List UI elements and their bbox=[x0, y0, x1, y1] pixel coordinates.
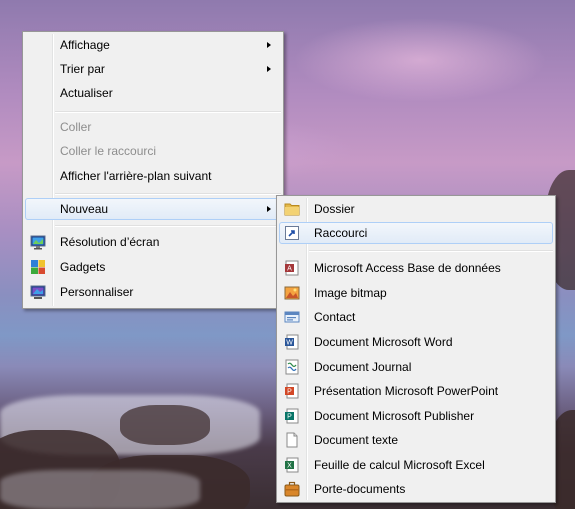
briefcase-icon bbox=[284, 481, 300, 497]
submenu-item-access[interactable]: A Microsoft Access Base de données bbox=[279, 257, 553, 279]
svg-text:A: A bbox=[287, 266, 292, 273]
menu-item-coller[interactable]: Coller bbox=[25, 116, 281, 138]
menu-item-coller-le-raccourci[interactable]: Coller le raccourci bbox=[25, 140, 281, 162]
powerpoint-icon: P bbox=[285, 383, 299, 399]
new-submenu: Dossier Raccourci A Microsoft Access Bas… bbox=[276, 195, 556, 503]
submenu-item-raccourci[interactable]: Raccourci bbox=[279, 222, 553, 244]
submenu-arrow-icon bbox=[267, 42, 271, 48]
menu-item-label: Personnaliser bbox=[60, 285, 134, 299]
menu-item-label: Document Microsoft Publisher bbox=[314, 409, 475, 423]
menu-separator bbox=[309, 250, 553, 252]
submenu-item-document-texte[interactable]: Document texte bbox=[279, 429, 553, 451]
menu-item-label: Coller le raccourci bbox=[60, 144, 157, 158]
menu-item-afficher-arriere-plan-suivant[interactable]: Afficher l'arrière-plan suivant bbox=[25, 165, 281, 187]
bitmap-icon bbox=[284, 286, 300, 300]
menu-item-label: Raccourci bbox=[314, 226, 368, 240]
menu-item-label: Document Journal bbox=[314, 360, 412, 374]
submenu-arrow-icon bbox=[267, 206, 271, 212]
submenu-item-word[interactable]: W Document Microsoft Word bbox=[279, 331, 553, 353]
access-icon: A bbox=[285, 260, 299, 276]
menu-item-actualiser[interactable]: Actualiser bbox=[25, 82, 281, 104]
gadgets-icon bbox=[31, 260, 45, 274]
menu-item-nouveau[interactable]: Nouveau bbox=[25, 198, 281, 220]
excel-icon: X bbox=[285, 457, 299, 473]
word-icon: W bbox=[285, 334, 299, 350]
menu-item-label: Actualiser bbox=[60, 86, 113, 100]
menu-item-label: Porte-documents bbox=[314, 482, 406, 496]
submenu-item-image-bitmap[interactable]: Image bitmap bbox=[279, 282, 553, 304]
submenu-item-powerpoint[interactable]: P Présentation Microsoft PowerPoint bbox=[279, 380, 553, 402]
personalize-icon bbox=[30, 285, 46, 299]
submenu-item-journal[interactable]: Document Journal bbox=[279, 356, 553, 378]
menu-separator bbox=[55, 225, 281, 227]
menu-item-label: Gadgets bbox=[60, 260, 106, 274]
menu-item-label: Affichage bbox=[60, 38, 110, 52]
text-document-icon bbox=[286, 432, 298, 448]
menu-item-label: Nouveau bbox=[60, 202, 109, 216]
submenu-item-porte-documents[interactable]: Porte-documents bbox=[279, 478, 553, 500]
desktop-context-menu: Affichage Trier par Actualiser Coller Co… bbox=[22, 31, 284, 309]
menu-item-label: Image bitmap bbox=[314, 286, 387, 300]
menu-item-label: Présentation Microsoft PowerPoint bbox=[314, 384, 499, 398]
menu-item-label: Résolution d’écran bbox=[60, 235, 160, 249]
svg-text:P: P bbox=[287, 414, 292, 421]
water-foam bbox=[0, 470, 200, 509]
submenu-item-excel[interactable]: X Feuille de calcul Microsoft Excel bbox=[279, 454, 553, 476]
folder-icon bbox=[284, 203, 300, 216]
submenu-item-publisher[interactable]: P Document Microsoft Publisher bbox=[279, 405, 553, 427]
menu-item-label: Contact bbox=[314, 310, 356, 324]
menu-item-label: Coller bbox=[60, 120, 92, 134]
menu-item-label: Document Microsoft Word bbox=[314, 335, 453, 349]
menu-item-resolution-ecran[interactable]: Résolution d’écran bbox=[25, 231, 281, 253]
menu-separator bbox=[55, 193, 281, 195]
menu-item-label: Feuille de calcul Microsoft Excel bbox=[314, 458, 485, 472]
contact-icon bbox=[284, 311, 300, 323]
menu-item-label: Trier par bbox=[60, 62, 105, 76]
svg-text:W: W bbox=[286, 340, 293, 347]
menu-separator bbox=[55, 111, 281, 113]
menu-item-personnaliser[interactable]: Personnaliser bbox=[25, 281, 281, 303]
menu-item-gadgets[interactable]: Gadgets bbox=[25, 256, 281, 278]
menu-item-affichage[interactable]: Affichage bbox=[25, 34, 281, 56]
submenu-arrow-icon bbox=[267, 66, 271, 72]
menu-item-label: Document texte bbox=[314, 433, 399, 447]
svg-text:X: X bbox=[287, 463, 292, 470]
publisher-icon: P bbox=[285, 408, 299, 424]
rock bbox=[120, 405, 210, 445]
menu-item-trier-par[interactable]: Trier par bbox=[25, 58, 281, 80]
menu-item-label: Afficher l'arrière-plan suivant bbox=[60, 169, 212, 183]
svg-text:P: P bbox=[287, 389, 292, 396]
menu-item-label: Microsoft Access Base de données bbox=[314, 261, 501, 275]
shortcut-icon bbox=[285, 226, 299, 240]
journal-icon bbox=[285, 359, 299, 375]
menu-item-label: Dossier bbox=[314, 202, 355, 216]
submenu-item-contact[interactable]: Contact bbox=[279, 306, 553, 328]
monitor-icon bbox=[30, 235, 46, 250]
submenu-item-dossier[interactable]: Dossier bbox=[279, 198, 553, 220]
